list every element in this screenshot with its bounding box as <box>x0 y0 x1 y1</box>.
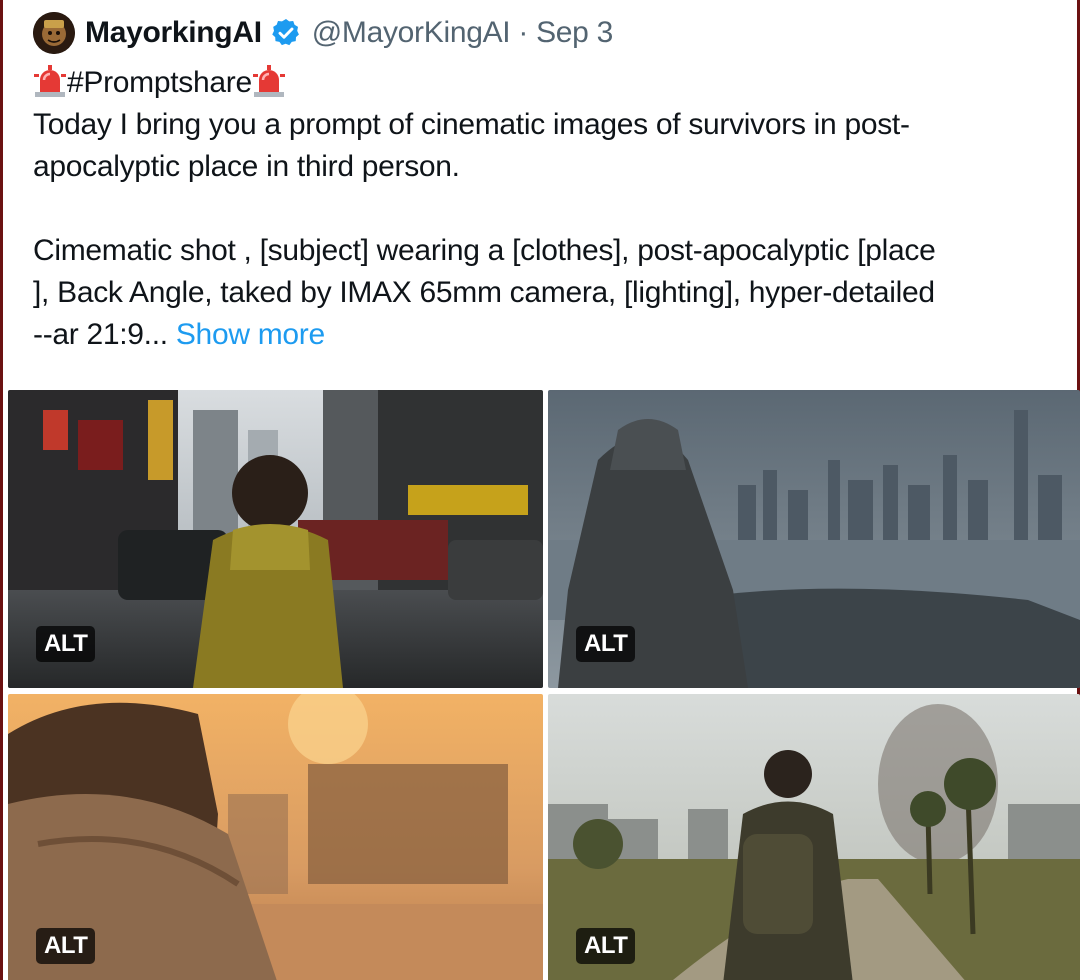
prompt-line: ], Back Angle, taked by IMAX 65mm camera… <box>33 276 935 309</box>
alt-badge[interactable]: ALT <box>36 928 96 964</box>
prompt-line: Cimematic shot , [subject] wearing a [cl… <box>33 234 936 267</box>
siren-icon <box>252 65 285 97</box>
body-line: Today I bring you a prompt of cinematic … <box>33 108 910 141</box>
hashtag-link[interactable]: #Promptshare <box>67 66 252 99</box>
prompt-line: --ar 21:9... <box>33 318 168 351</box>
display-name[interactable]: MayorkingAI <box>85 16 262 50</box>
verified-badge-icon <box>272 19 299 46</box>
alt-badge[interactable]: ALT <box>576 928 636 964</box>
media-image-2[interactable]: ALT <box>548 390 1080 688</box>
prompt-line-last: --ar 21:9... Show more <box>33 314 1063 356</box>
media-image-4[interactable]: ALT <box>548 694 1080 980</box>
alt-badge[interactable]: ALT <box>36 626 96 662</box>
avatar[interactable] <box>33 12 75 54</box>
tweet-text: #Promptshare Today I bring you a prompt … <box>33 62 1063 356</box>
media-image-1[interactable]: ALT <box>8 390 543 688</box>
alt-badge[interactable]: ALT <box>576 626 636 662</box>
media-image-3[interactable]: ALT <box>8 694 543 980</box>
tweet-header: MayorkingAI @MayorKingAI · Sep 3 <box>33 12 613 54</box>
show-more-link[interactable]: Show more <box>176 318 325 351</box>
tweet-card[interactable]: MayorkingAI @MayorKingAI · Sep 3 #Prompt… <box>0 0 1080 980</box>
body-line: apocalyptic place in third person. <box>33 150 460 183</box>
handle-and-date[interactable]: @MayorKingAI · Sep 3 <box>312 16 614 50</box>
siren-icon <box>34 65 66 97</box>
media-grid: ALT ALT ALT ALT <box>6 388 1080 980</box>
hashtag-line: #Promptshare <box>33 62 1063 104</box>
